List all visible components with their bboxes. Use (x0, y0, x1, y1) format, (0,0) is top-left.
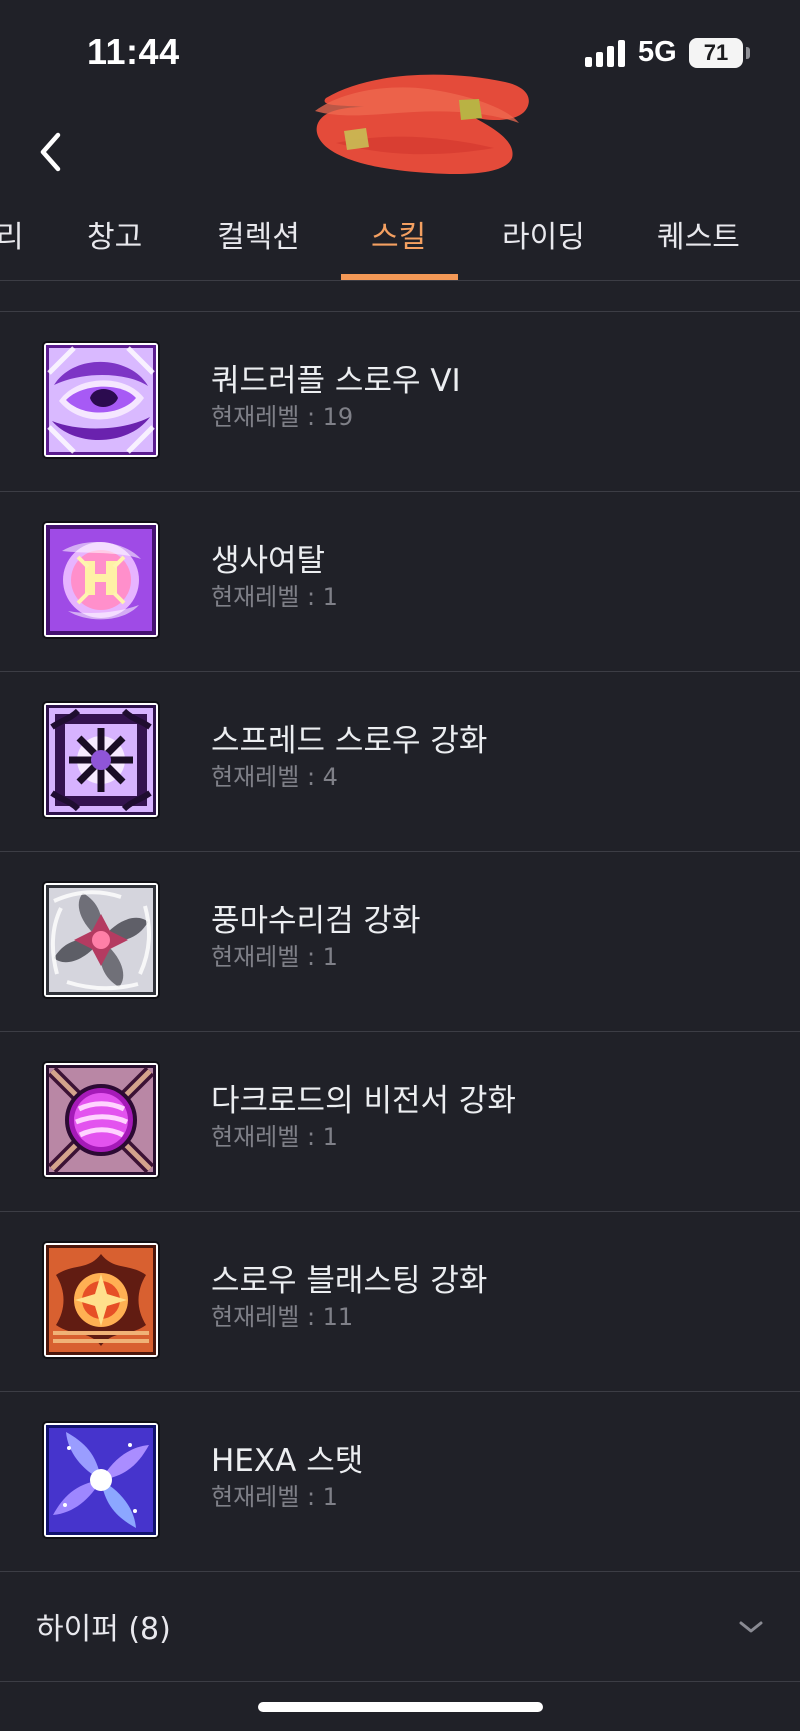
skill-level: 현재레벨 : 11 (211, 1303, 354, 1331)
tab-partial[interactable]: 리 (0, 218, 24, 258)
chevron-down-icon (736, 1617, 766, 1637)
app-header (0, 74, 800, 190)
skill-list: 쿼드러플 스로우 VI 현재레벨 : 19 생사여탈 현재레벨 : 1 스프레드… (0, 281, 800, 1686)
skill-name: 스로우 블래스팅 강화 (211, 1263, 488, 1299)
purple-swirl-skill-icon (44, 343, 158, 457)
fire-emblem-skill-icon (44, 1243, 158, 1357)
skill-name: HEXA 스탯 (211, 1443, 364, 1479)
skill-level: 현재레벨 : 1 (211, 583, 338, 611)
cellular-signal-icon (585, 39, 627, 67)
skill-name: 스프레드 스로우 강화 (211, 723, 488, 759)
network-type: 5G (638, 36, 677, 68)
windmill-shuriken-skill-icon (44, 883, 158, 997)
home-indicator[interactable] (258, 1702, 543, 1712)
list-item[interactable]: 쿼드러플 스로우 VI 현재레벨 : 19 (0, 312, 800, 492)
tab-collection[interactable]: 컬렉션 (217, 218, 300, 258)
skill-name: 쿼드러플 스로우 VI (211, 363, 461, 399)
tab-quest[interactable]: 퀘스트 (657, 218, 740, 258)
tab-storage[interactable]: 창고 (87, 218, 142, 258)
skill-name: 생사여탈 (211, 543, 326, 579)
list-item[interactable]: 스프레드 스로우 강화 현재레벨 : 4 (0, 672, 800, 852)
skill-level: 현재레벨 : 4 (211, 763, 338, 791)
back-button[interactable] (31, 125, 75, 179)
status-time: 11:44 (87, 31, 180, 72)
category-tabs: 리 창고 컬렉션 스킬 라이딩 퀘스트 (0, 203, 800, 281)
battery-icon: 71 (689, 38, 743, 68)
life-death-skill-icon (44, 523, 158, 637)
skill-level: 현재레벨 : 1 (211, 1123, 338, 1151)
hyper-skill-group[interactable]: 하이퍼 (8) (0, 1575, 800, 1682)
list-item[interactable]: 생사여탈 현재레벨 : 1 (0, 492, 800, 672)
list-item[interactable]: HEXA 스탯 현재레벨 : 1 (0, 1392, 800, 1572)
group-label: 하이퍼 (8) (36, 1612, 171, 1647)
active-tab-indicator (341, 274, 458, 280)
redacted-title (301, 65, 539, 183)
skill-level: 현재레벨 : 1 (211, 943, 338, 971)
list-item[interactable]: 다크로드의 비전서 강화 현재레벨 : 1 (0, 1032, 800, 1212)
hexa-stat-galaxy-icon (44, 1423, 158, 1537)
list-item[interactable]: 스로우 블래스팅 강화 현재레벨 : 11 (0, 1212, 800, 1392)
skill-level: 현재레벨 : 19 (211, 403, 354, 431)
skill-name: 다크로드의 비전서 강화 (211, 1083, 516, 1119)
skill-name: 풍마수리검 강화 (211, 903, 421, 939)
skill-level: 현재레벨 : 1 (211, 1483, 338, 1511)
dark-orb-skill-icon (44, 1063, 158, 1177)
tab-riding[interactable]: 라이딩 (502, 218, 585, 258)
chevron-left-icon (40, 132, 61, 172)
snowflake-seal-skill-icon (44, 703, 158, 817)
list-item[interactable]: 풍마수리검 강화 현재레벨 : 1 (0, 852, 800, 1032)
battery-tip (746, 47, 750, 59)
tab-skill[interactable]: 스킬 (371, 218, 426, 258)
